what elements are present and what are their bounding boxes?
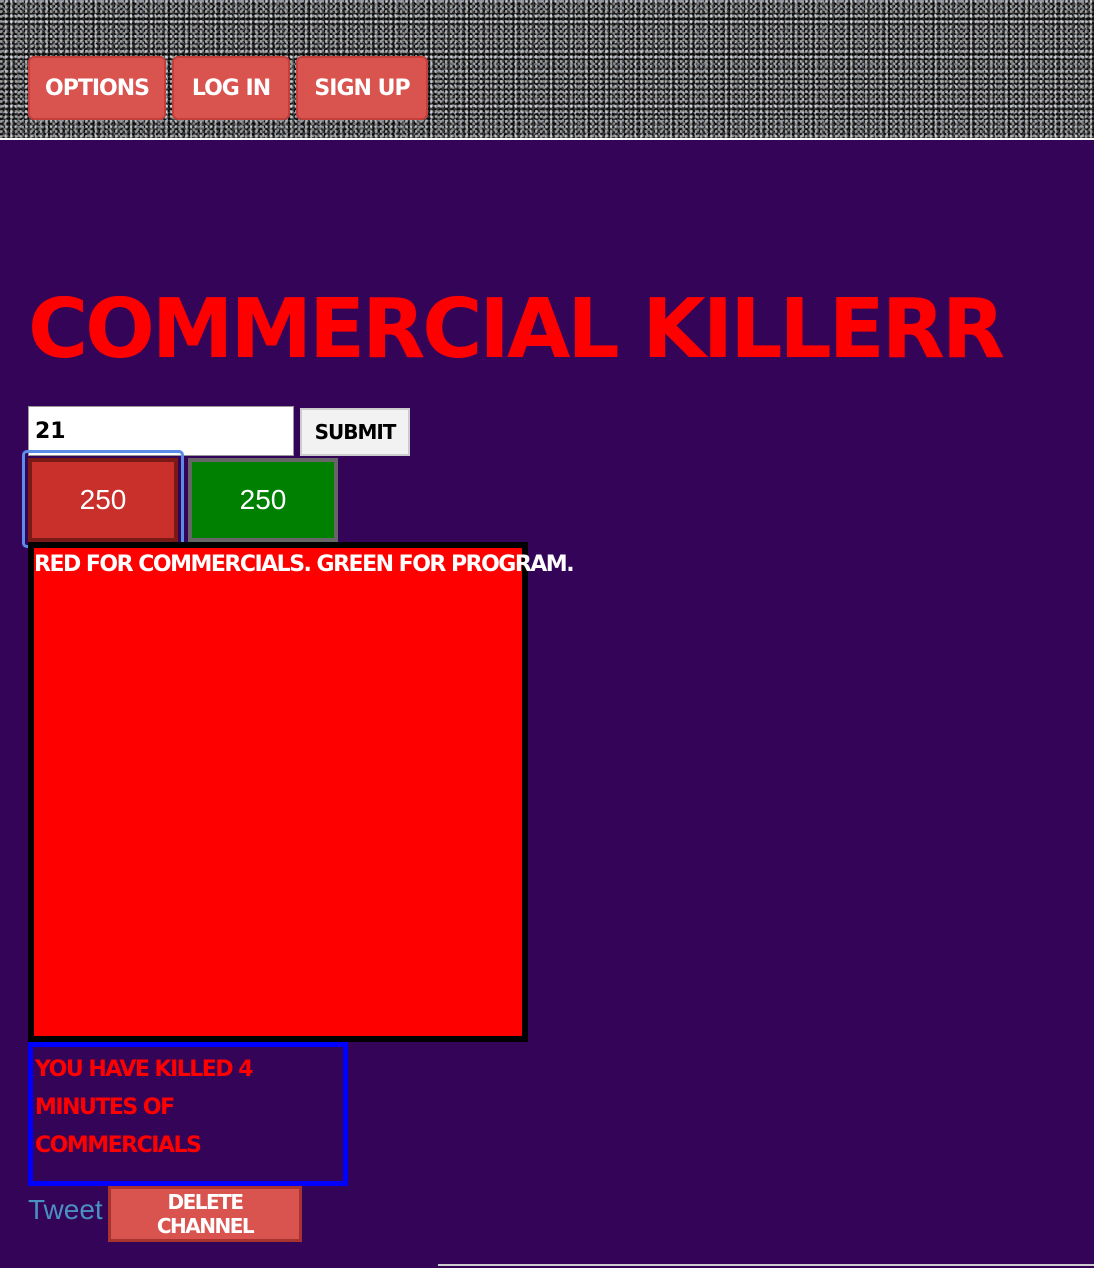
divider	[438, 1264, 1094, 1266]
submit-button[interactable]: Submit	[300, 408, 410, 456]
commercial-count-button[interactable]: 250	[28, 458, 178, 542]
program-count-button[interactable]: 250	[188, 458, 338, 542]
login-button[interactable]: Log In	[172, 56, 290, 120]
killed-stats-box: You have killed 4 minutes of commercials	[28, 1042, 348, 1186]
status-display[interactable]: Red for commercials. Green for program.	[28, 542, 575, 1042]
options-button[interactable]: Options	[28, 56, 166, 120]
killed-stats-text: You have killed 4 minutes of commercials	[35, 1057, 254, 1158]
channel-input[interactable]	[28, 406, 294, 456]
delete-channel-button[interactable]: Delete Channel	[108, 1186, 302, 1242]
page-title: Commercial Killerr	[28, 282, 1005, 377]
static-header-banner: Options Log In Sign Up	[0, 0, 1094, 140]
signup-button[interactable]: Sign Up	[296, 56, 428, 120]
tweet-link[interactable]: Tweet	[28, 1194, 103, 1226]
instruction-text: Red for commercials. Green for program.	[34, 552, 575, 577]
